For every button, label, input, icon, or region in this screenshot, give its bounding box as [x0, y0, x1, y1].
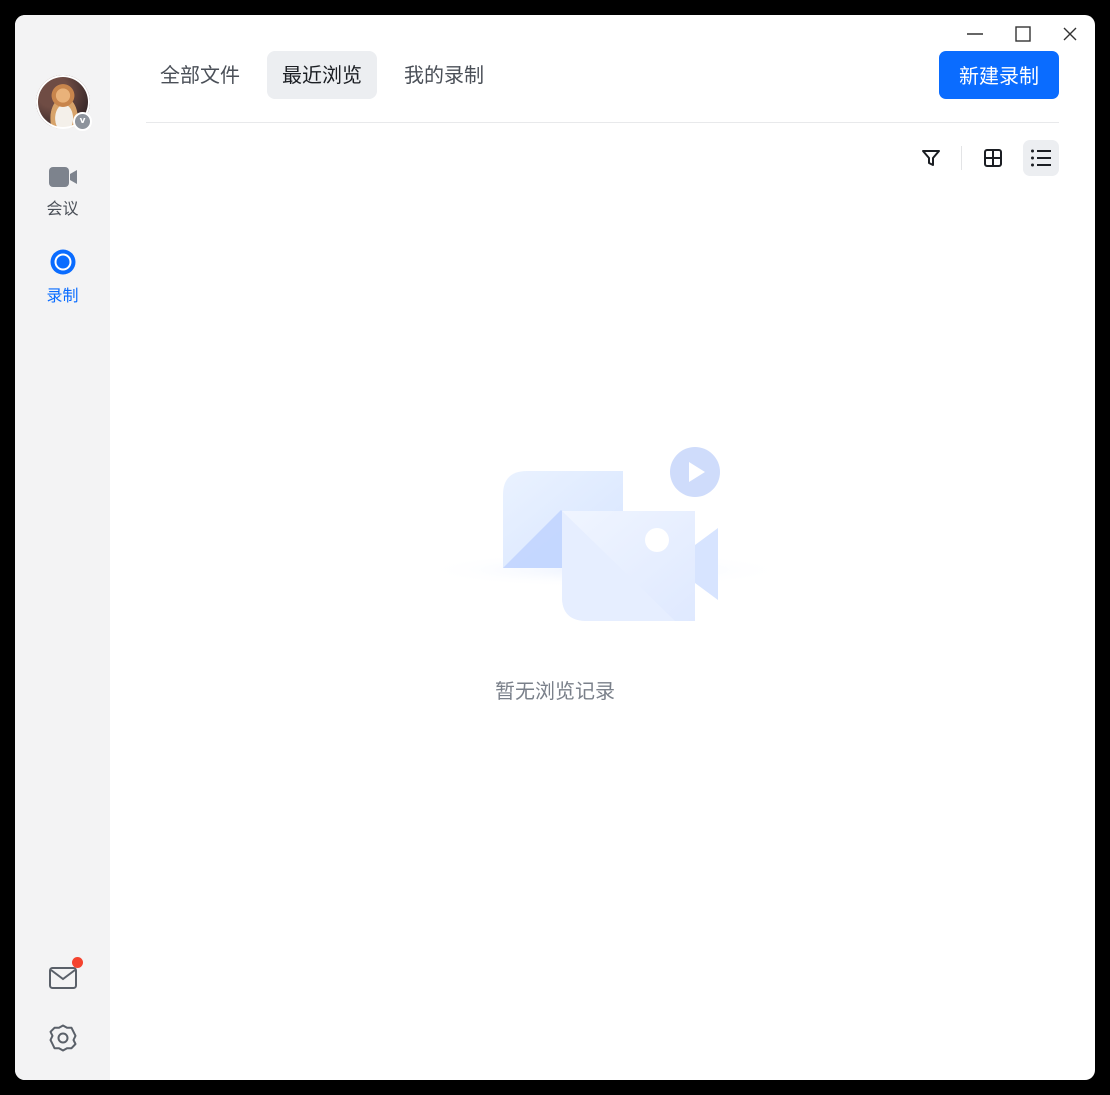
- filter-button[interactable]: [913, 140, 949, 176]
- close-icon: [1063, 27, 1077, 41]
- minimize-button[interactable]: [958, 21, 992, 47]
- maximize-button[interactable]: [1006, 21, 1040, 47]
- gear-icon[interactable]: [48, 1023, 78, 1053]
- tab-my-recordings[interactable]: 我的录制: [389, 51, 499, 99]
- grid-view-button[interactable]: [975, 140, 1011, 176]
- notification-dot: [72, 957, 83, 968]
- filter-icon: [922, 150, 940, 166]
- mail-icon[interactable]: [48, 965, 78, 991]
- list-view-icon: [1031, 149, 1051, 167]
- empty-video-illustration: [420, 447, 790, 621]
- sidebar-item-label: 录制: [46, 286, 79, 305]
- new-recording-button[interactable]: 新建录制: [939, 51, 1059, 99]
- minimize-icon: [967, 33, 983, 35]
- sidebar-item-label: 会议: [46, 199, 79, 218]
- tab-recent[interactable]: 最近浏览: [267, 51, 377, 99]
- record-icon: [50, 249, 75, 275]
- list-view-button[interactable]: [1023, 140, 1059, 176]
- divider: [146, 122, 1059, 123]
- sidebar: v 会议 录制: [15, 15, 110, 1080]
- avatar-badge: v: [73, 112, 92, 131]
- sidebar-item-meeting[interactable]: 会议: [15, 165, 110, 219]
- tab-all-files[interactable]: 全部文件: [145, 51, 255, 99]
- tab-bar: 全部文件 最近浏览 我的录制: [145, 51, 511, 99]
- sidebar-item-record[interactable]: 录制: [15, 248, 110, 306]
- grid-view-icon: [984, 149, 1002, 167]
- close-button[interactable]: [1053, 21, 1087, 47]
- toolbar-separator: [961, 146, 962, 170]
- app-window: v 会议 录制 全部文件 最近浏览 我的录制 新建录制 暂无浏览记录: [15, 15, 1095, 1080]
- maximize-icon: [1015, 26, 1031, 42]
- empty-state-message: 暂无浏览记录: [495, 679, 615, 703]
- video-camera-icon: [48, 167, 77, 187]
